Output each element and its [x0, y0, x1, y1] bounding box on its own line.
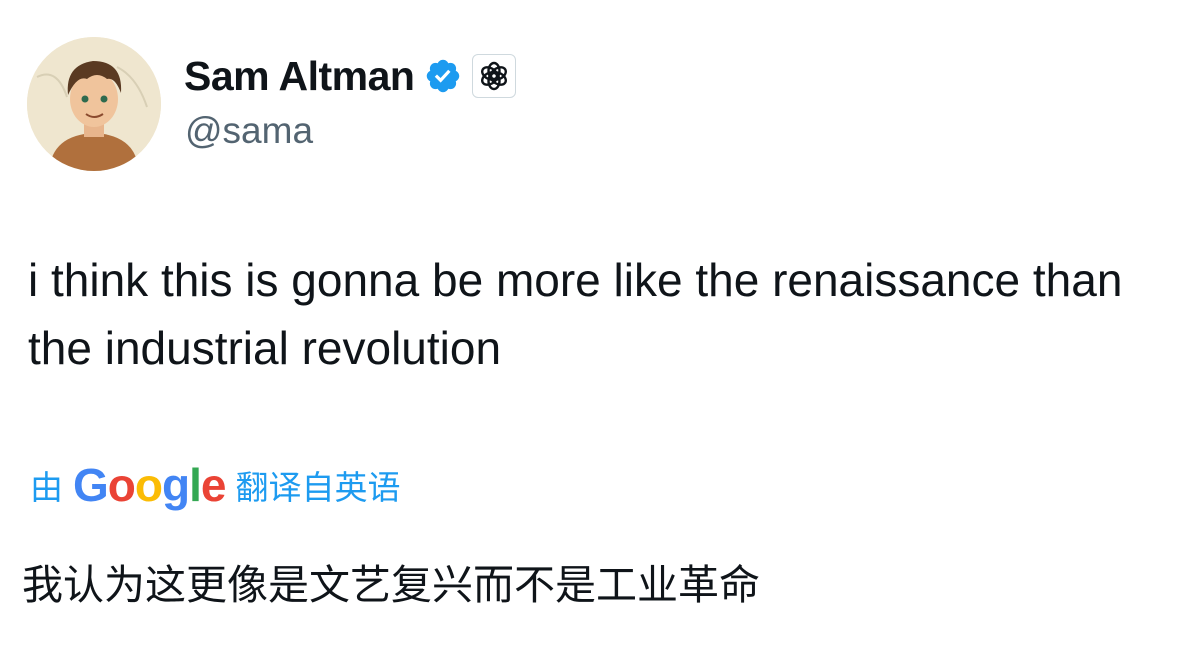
translated-tweet-text: 我认为这更像是文艺复兴而不是工业革命 [22, 562, 760, 608]
author-handle[interactable]: @sama [185, 110, 313, 152]
google-logo-letter: G [73, 459, 109, 511]
translation-attribution[interactable]: 由 G o o g l e 翻译自英语 [30, 455, 400, 515]
avatar[interactable] [27, 37, 161, 171]
author-name-row: Sam Altman [184, 50, 517, 102]
google-logo-letter: l [189, 459, 202, 511]
avatar-illustration [27, 37, 161, 171]
verified-badge-icon[interactable] [424, 57, 462, 95]
tweet-text: i think this is gonna be more like the r… [28, 254, 1123, 374]
google-logo: G o o g l e [73, 458, 227, 512]
google-logo-letter: g [162, 459, 190, 511]
openai-logo-icon[interactable] [472, 54, 517, 98]
google-logo-letter: o [134, 459, 163, 511]
google-logo-letter: e [200, 459, 227, 511]
google-logo-letter: o [107, 459, 136, 511]
translation-suffix: 翻译自英语 [235, 469, 401, 506]
translation-prefix: 由 [30, 469, 63, 506]
author-display-name[interactable]: Sam Altman [184, 53, 415, 100]
